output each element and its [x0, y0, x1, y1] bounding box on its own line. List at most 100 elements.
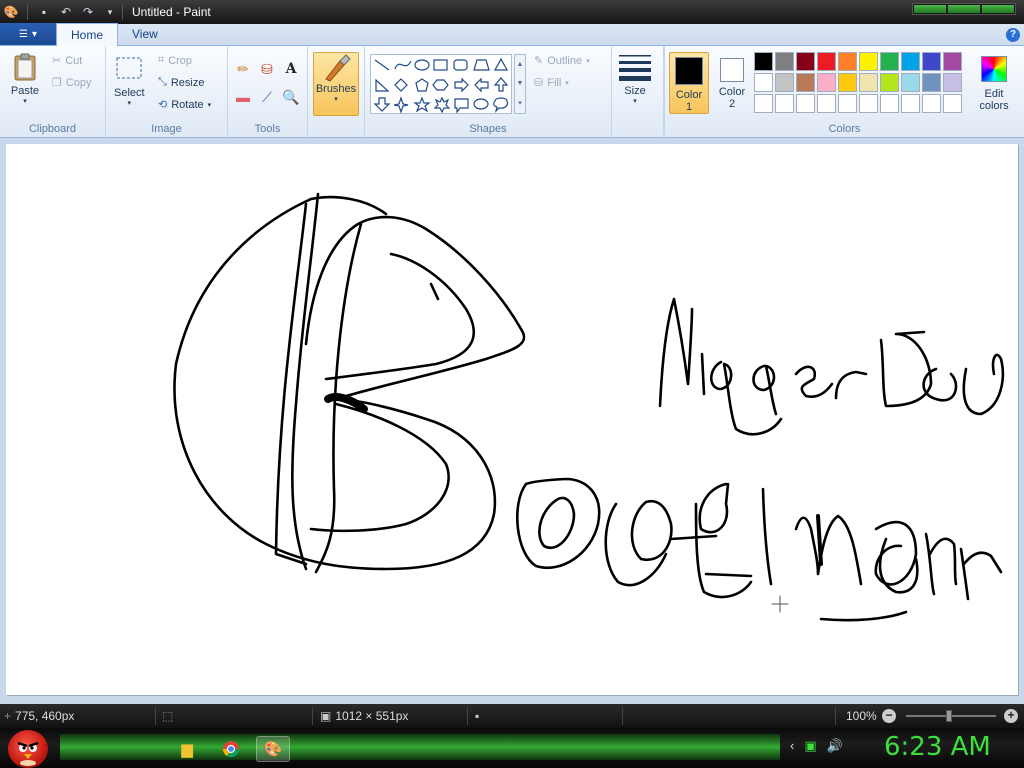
palette-swatch[interactable] [901, 52, 920, 71]
palette-swatch[interactable] [754, 94, 773, 113]
chevron-down-icon: ▾ [23, 98, 27, 105]
palette-swatch[interactable] [817, 73, 836, 92]
line-shape-icon [374, 59, 390, 71]
color-palette [754, 52, 964, 115]
text-icon[interactable]: A [280, 58, 302, 80]
pencil-icon[interactable]: ✏ [232, 58, 254, 80]
drawing-stroke [879, 330, 933, 408]
paint-menu-button[interactable]: ☰ ▾ [0, 23, 56, 45]
palette-swatch[interactable] [922, 73, 941, 92]
fill-bucket-icon[interactable]: ⛁ [256, 58, 278, 80]
separator [467, 707, 468, 725]
scroll-up-icon[interactable]: ▲ [517, 61, 524, 68]
palette-swatch[interactable] [817, 94, 836, 113]
palette-swatch[interactable] [838, 52, 857, 71]
save-icon[interactable]: ▪ [35, 3, 53, 21]
select-button[interactable]: Select ▾ [114, 54, 145, 107]
palette-swatch[interactable] [901, 73, 920, 92]
palette-swatch[interactable] [796, 73, 815, 92]
clipboard-icon [14, 53, 36, 81]
copy-icon: ❐ [52, 77, 62, 89]
color1-button[interactable]: Color 1 [669, 52, 709, 114]
size-label: Size [624, 85, 646, 97]
resize-button[interactable]: ⤡ Resize [158, 76, 204, 89]
scroll-down-icon[interactable]: ▼ [517, 80, 524, 87]
palette-swatch[interactable] [922, 94, 941, 113]
palette-swatch[interactable] [880, 94, 899, 113]
palette-swatch[interactable] [817, 52, 836, 71]
ribbon-tabs: ☰ ▾ Home View ? [0, 23, 1024, 46]
brushes-button[interactable]: Brushes ▾ [313, 52, 359, 116]
zoom-in-button[interactable]: + [1004, 709, 1018, 723]
crosshair-cursor-icon [771, 595, 789, 613]
chevron-down-icon: ▾ [207, 101, 212, 109]
drawing-stroke [304, 215, 526, 401]
chevron-down-icon: ▾ [633, 98, 637, 105]
palette-swatch[interactable] [922, 52, 941, 71]
tab-home[interactable]: Home [56, 23, 119, 46]
palette-swatch[interactable] [754, 52, 773, 71]
outline-button[interactable]: ✎ Outline ▾ [534, 54, 590, 68]
palette-swatch[interactable] [859, 94, 878, 113]
palette-swatch[interactable] [775, 73, 794, 92]
palette-swatch[interactable] [859, 52, 878, 71]
palette-swatch[interactable] [943, 52, 962, 71]
rotate-button[interactable]: ⟲ Rotate ▾ [158, 98, 212, 112]
select-label: Select [114, 87, 145, 99]
customize-quick-access-icon[interactable]: ▾ [101, 3, 119, 21]
expand-gallery-icon[interactable]: ▾ [518, 99, 522, 107]
drawing-stroke [816, 514, 823, 566]
magnifier-icon[interactable]: 🔍 [280, 86, 302, 108]
palette-swatch[interactable] [880, 52, 899, 71]
palette-swatch[interactable] [775, 94, 794, 113]
taskbar-paint-icon[interactable]: 🎨 [256, 736, 290, 762]
eraser-icon[interactable]: ▬ [232, 86, 254, 108]
close-button[interactable] [982, 5, 1014, 13]
shapes-gallery[interactable] [370, 54, 512, 114]
palette-swatch[interactable] [859, 73, 878, 92]
paint-app-icon[interactable]: 🎨 [2, 3, 20, 21]
palette-swatch[interactable] [796, 52, 815, 71]
palette-swatch[interactable] [838, 94, 857, 113]
taskbar-folder-icon[interactable]: ▆ [170, 736, 204, 762]
fill-button[interactable]: ⛁ Fill ▾ [534, 76, 569, 90]
undo-icon[interactable]: ↶ [57, 3, 75, 21]
left-arrow-shape-icon [474, 77, 489, 93]
palette-swatch[interactable] [838, 73, 857, 92]
network-icon[interactable]: ▣ [804, 738, 816, 754]
tab-view[interactable]: View [118, 23, 172, 45]
clock[interactable]: 6:23 AM [884, 732, 991, 762]
palette-swatch[interactable] [943, 94, 962, 113]
show-hidden-icons-icon[interactable]: ‹ [790, 738, 794, 754]
shapes-scrollbar[interactable]: ▲ ▼ ▾ [514, 54, 526, 114]
size-button[interactable]: Size ▾ [618, 52, 652, 105]
color2-button[interactable]: Color 2 [712, 52, 752, 114]
minimize-button[interactable] [914, 5, 946, 13]
drawing-canvas[interactable] [6, 144, 1018, 695]
palette-swatch[interactable] [901, 94, 920, 113]
redo-icon[interactable]: ↷ [79, 3, 97, 21]
palette-swatch[interactable] [796, 94, 815, 113]
help-icon[interactable]: ? [1006, 28, 1020, 42]
cut-button[interactable]: ✂ Cut [52, 54, 82, 68]
palette-swatch[interactable] [775, 52, 794, 71]
triangle-shape-icon [493, 57, 509, 71]
palette-swatch[interactable] [754, 73, 773, 92]
copy-button[interactable]: ❐ Copy [52, 76, 92, 90]
edit-colors-button[interactable]: Edit colors [974, 52, 1014, 114]
zoom-out-button[interactable]: − [882, 709, 896, 723]
maximize-button[interactable] [948, 5, 980, 13]
zoom-slider-thumb[interactable] [946, 710, 952, 722]
color1-swatch [675, 57, 703, 85]
taskbar-chrome-icon[interactable] [214, 736, 248, 762]
palette-swatch[interactable] [880, 73, 899, 92]
volume-icon[interactable]: 🔊 [827, 738, 843, 754]
separator [27, 4, 28, 20]
window-controls[interactable] [912, 3, 1016, 15]
crop-button[interactable]: ⌗ Crop [158, 54, 192, 67]
fill-icon: ⛁ [534, 77, 544, 89]
start-button[interactable] [8, 730, 48, 768]
palette-swatch[interactable] [943, 73, 962, 92]
color-picker-icon[interactable]: ⟋ [256, 86, 278, 108]
paste-button[interactable]: Paste ▾ [10, 52, 40, 105]
